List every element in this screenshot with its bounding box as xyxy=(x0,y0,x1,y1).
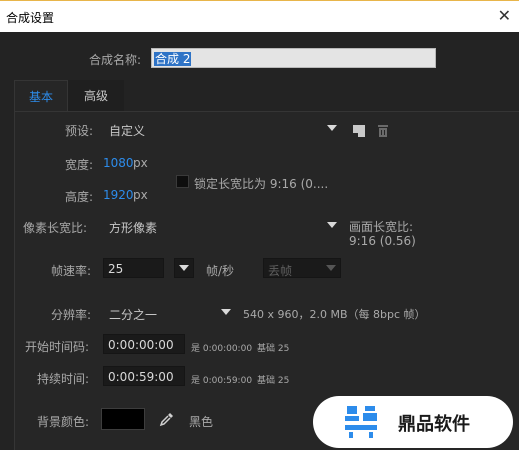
watermark-badge: 鼎品软件 xyxy=(313,396,513,448)
height-unit: px xyxy=(133,188,148,202)
duration-input[interactable]: 0:00:59:00 xyxy=(103,366,185,386)
close-icon[interactable]: ✕ xyxy=(498,6,511,25)
pixel-aspect-label: 像素长宽比: xyxy=(23,221,88,235)
frame-aspect-label: 画面长宽比: xyxy=(349,220,414,234)
tab-advanced[interactable]: 高级 xyxy=(68,80,124,112)
resolution-dropdown[interactable]: 二分之一 xyxy=(109,303,231,323)
save-preset-icon[interactable] xyxy=(351,122,369,140)
frame-rate-label: 帧速率: xyxy=(51,264,92,278)
comp-name-label: 合成名称: xyxy=(89,53,142,67)
background-color-name: 黑色 xyxy=(189,415,214,429)
chevron-down-icon xyxy=(179,265,189,271)
frame-rate-input[interactable]: 25 xyxy=(103,258,164,278)
resolution-info: 540 x 960，2.0 MB（每 8bpc 帧） xyxy=(243,308,426,321)
duration-is: 是 0:00:59:00 xyxy=(191,376,253,386)
width-unit: px xyxy=(133,156,148,170)
start-timecode-is: 是 0:00:00:00 xyxy=(191,344,253,354)
background-color-label: 背景颜色: xyxy=(37,415,90,429)
pixel-aspect-dropdown[interactable]: 方形像素 xyxy=(109,216,337,236)
brand-logo-icon xyxy=(345,406,377,438)
height-label: 高度: xyxy=(65,190,94,204)
start-timecode-label: 开始时间码: xyxy=(25,340,90,354)
resolution-value: 二分之一 xyxy=(109,308,158,322)
frame-rate-dropdown[interactable] xyxy=(174,258,194,278)
width-label: 宽度: xyxy=(65,158,94,172)
comp-name-value: 合成 2 xyxy=(154,52,192,66)
lock-ratio-checkbox[interactable] xyxy=(176,175,189,188)
chevron-down-icon xyxy=(327,222,337,228)
height-value[interactable]: 1920 xyxy=(103,188,134,202)
title-bar: 合成设置 ✕ xyxy=(0,0,519,32)
preset-value: 自定义 xyxy=(109,124,146,138)
trash-icon[interactable] xyxy=(375,122,393,140)
duration-base: 基础 25 xyxy=(257,376,290,386)
width-value[interactable]: 1080 xyxy=(103,156,134,170)
chevron-down-icon xyxy=(327,125,337,131)
background-color-swatch[interactable] xyxy=(101,408,145,430)
comp-name-input[interactable]: 合成 2 xyxy=(151,48,436,68)
lock-ratio-label: 锁定长宽比为 9:16 (0.... xyxy=(194,177,329,191)
chevron-down-icon xyxy=(221,309,231,315)
drop-frame-dropdown: 丢帧 xyxy=(263,258,341,278)
frame-rate-unit: 帧/秒 xyxy=(206,264,235,278)
pixel-aspect-value: 方形像素 xyxy=(109,221,158,235)
resolution-label: 分辨率: xyxy=(51,308,92,322)
preset-label: 预设: xyxy=(65,124,94,138)
watermark-brand: 鼎品软件 xyxy=(398,414,470,435)
tab-basic[interactable]: 基本 xyxy=(14,80,68,112)
duration-label: 持续时间: xyxy=(37,372,90,386)
start-timecode-input[interactable]: 0:00:00:00 xyxy=(103,334,185,354)
start-timecode-base: 基础 25 xyxy=(257,344,290,354)
preset-dropdown[interactable]: 自定义 xyxy=(109,119,337,139)
chevron-down-icon xyxy=(326,265,336,271)
frame-aspect-value: 9:16 (0.56) xyxy=(349,234,416,248)
drop-frame-value: 丢帧 xyxy=(268,264,293,278)
window-title: 合成设置 xyxy=(6,11,55,25)
eyedropper-icon[interactable] xyxy=(158,410,176,428)
